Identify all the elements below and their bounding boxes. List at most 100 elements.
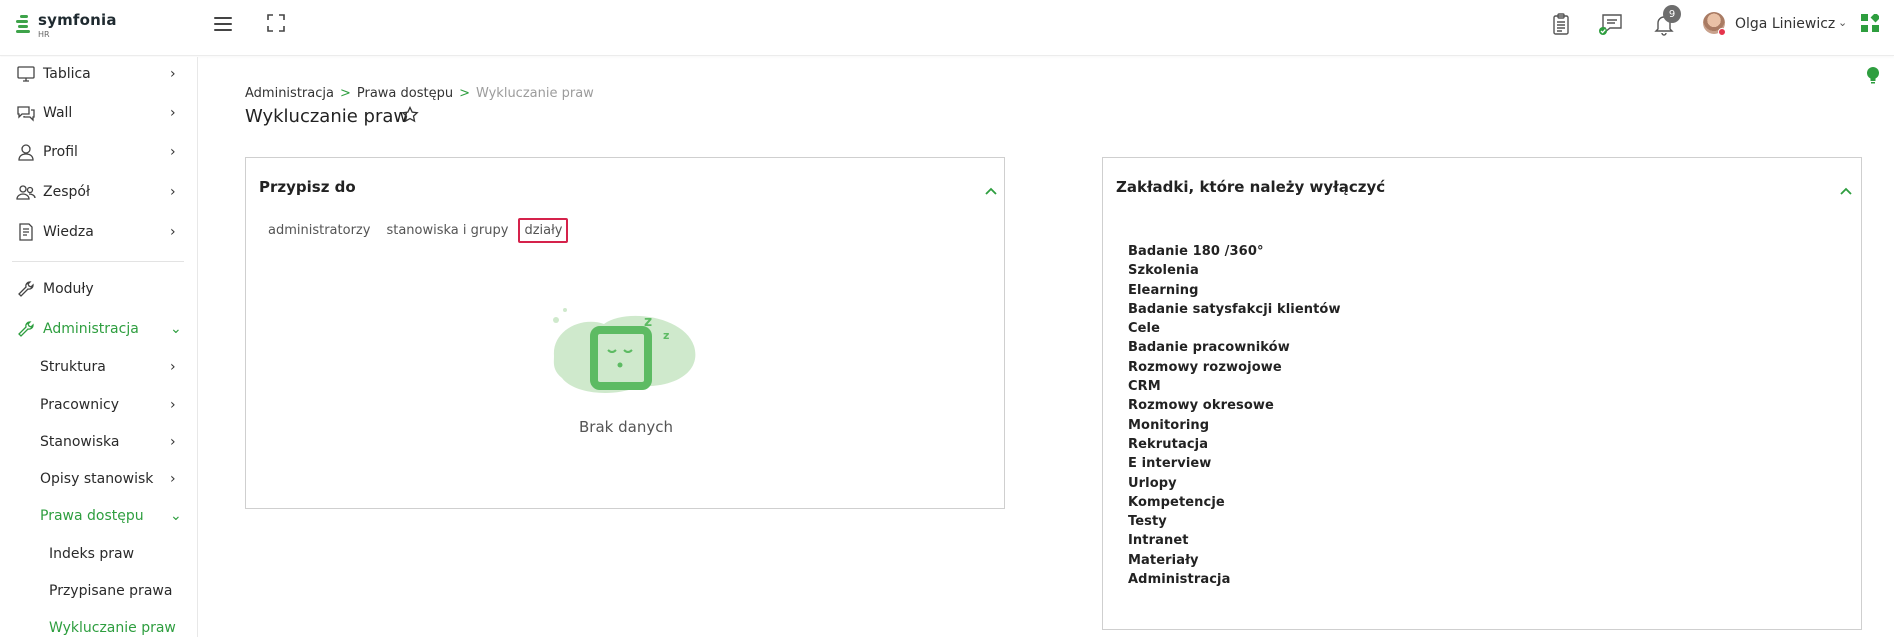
tab-administratorzy[interactable]: administratorzy <box>262 218 376 243</box>
chevron-right-icon: › <box>170 144 176 160</box>
breadcrumb-current: Wykluczanie praw <box>475 86 594 101</box>
top-bar: symfonia HR 9 Olga Liniewicz ⌄ <box>0 0 1894 56</box>
sidebar-subitem-indeks-praw[interactable]: Indeks praw <box>0 539 198 569</box>
logo-name: symfonia <box>38 11 117 29</box>
sidebar-subitem-label: Struktura <box>40 359 106 375</box>
assign-tabs: administratorzy stanowiska i grupy dział… <box>262 218 572 243</box>
breadcrumb: Administracja > Prawa dostępu > Wykluczanie … <box>245 86 594 101</box>
sidebar-subitem-struktura[interactable]: Struktura › <box>0 352 198 382</box>
sidebar-subitem-stanowiska[interactable]: Stanowiska › <box>0 427 198 457</box>
list-item[interactable]: Rozmowy okresowe <box>1128 396 1341 415</box>
assign-panel: Przypisz do administratorzy stanowiska i… <box>245 157 1005 509</box>
document-icon <box>19 223 33 241</box>
svg-text:z: z <box>663 329 669 342</box>
list-item[interactable]: Intranet <box>1128 531 1341 550</box>
sidebar-item-administracja[interactable]: Administracja ⌄ <box>0 314 198 344</box>
sidebar-item-tablica[interactable]: Tablica › <box>0 59 198 89</box>
user-name[interactable]: Olga Liniewicz <box>1735 16 1835 32</box>
logo-mark-icon <box>16 13 32 33</box>
list-item[interactable]: Materiały <box>1128 551 1341 570</box>
messages-icon[interactable] <box>1597 12 1625 36</box>
list-item[interactable]: Szkolenia <box>1128 261 1341 280</box>
chevron-down-icon: ⌄ <box>170 321 182 337</box>
list-item[interactable]: Elearning <box>1128 281 1341 300</box>
list-item[interactable]: E interview <box>1128 454 1341 473</box>
excluded-tabs-list: Badanie 180 /360° Szkolenia Elearning Ba… <box>1128 242 1341 589</box>
list-item[interactable]: Urlopy <box>1128 474 1341 493</box>
team-icon <box>16 185 36 200</box>
list-item[interactable]: CRM <box>1128 377 1341 396</box>
excluded-tabs-panel-title: Zakładki, które należy wyłączyć <box>1116 178 1386 196</box>
logo-subtitle: HR <box>38 30 50 39</box>
sidebar-item-label: Zespół <box>43 184 90 200</box>
sidebar-item-moduly[interactable]: Moduły <box>0 274 198 304</box>
sidebar-subitem-pracownicy[interactable]: Pracownicy › <box>0 390 198 420</box>
sidebar-subitem-przypisane-prawa[interactable]: Przypisane prawa <box>0 576 198 606</box>
wrench-icon <box>18 321 34 337</box>
user-profile-icon <box>18 144 34 161</box>
chevron-right-icon: › <box>170 471 176 487</box>
chevron-right-icon: › <box>170 359 176 375</box>
chat-bubbles-icon <box>17 106 35 122</box>
sidebar-item-label: Moduły <box>43 281 94 297</box>
chevron-down-icon: ⌄ <box>170 508 182 524</box>
favorite-star-icon[interactable] <box>401 106 419 124</box>
collapse-chevron-up-icon[interactable] <box>984 186 998 196</box>
menu-toggle-icon[interactable] <box>214 16 232 32</box>
sidebar-item-label: Wiedza <box>43 224 94 240</box>
sidebar-subitem-label: Wykluczanie praw <box>49 620 176 636</box>
sidebar-subitem-label: Stanowiska <box>40 434 120 450</box>
list-item[interactable]: Badanie pracowników <box>1128 338 1341 357</box>
sidebar-item-label: Wall <box>43 105 73 121</box>
monitor-icon <box>17 66 35 82</box>
list-item[interactable]: Cele <box>1128 319 1341 338</box>
chevron-right-icon: › <box>170 434 176 450</box>
list-item[interactable]: Administracja <box>1128 570 1341 589</box>
list-item[interactable]: Badanie satysfakcji klientów <box>1128 300 1341 319</box>
sidebar: Tablica › Wall › Profil › Zespół › Wiedz… <box>0 57 198 637</box>
list-item[interactable]: Testy <box>1128 512 1341 531</box>
sidebar-item-profil[interactable]: Profil › <box>0 137 198 167</box>
sidebar-item-wall[interactable]: Wall › <box>0 98 198 128</box>
sleeping-box-illustration-icon: z z <box>553 308 696 393</box>
notifications-badge: 9 <box>1663 5 1681 23</box>
list-item[interactable]: Rekrutacja <box>1128 435 1341 454</box>
sidebar-item-wiedza[interactable]: Wiedza › <box>0 217 198 247</box>
sidebar-item-label: Tablica <box>43 66 91 82</box>
svg-text:z: z <box>644 314 652 330</box>
assign-panel-title: Przypisz do <box>259 178 356 196</box>
chevron-right-icon: › <box>170 397 176 413</box>
chevron-right-icon: › <box>170 105 176 121</box>
list-item[interactable]: Rozmowy rozwojowe <box>1128 358 1341 377</box>
breadcrumb-separator: > <box>459 86 470 101</box>
excluded-tabs-panel: Zakładki, które należy wyłączyć Badanie … <box>1102 157 1862 630</box>
app-logo[interactable]: symfonia HR <box>16 13 117 39</box>
sidebar-subitem-wykluczanie-praw[interactable]: Wykluczanie praw <box>0 613 198 637</box>
apps-grid-icon[interactable] <box>1861 14 1879 32</box>
tab-dzialy[interactable]: działy <box>518 218 569 243</box>
list-item[interactable]: Monitoring <box>1128 416 1341 435</box>
sidebar-subitem-label: Indeks praw <box>49 546 135 562</box>
tab-stanowiska-i-grupy[interactable]: stanowiska i grupy <box>380 218 514 243</box>
breadcrumb-separator: > <box>339 86 351 101</box>
user-status-dot <box>1718 28 1726 36</box>
wrench-icon <box>18 281 34 297</box>
user-menu-chevron-icon[interactable]: ⌄ <box>1838 16 1847 29</box>
list-item[interactable]: Badanie 180 /360° <box>1128 242 1341 261</box>
sidebar-item-label: Profil <box>43 144 78 160</box>
list-item[interactable]: Kompetencje <box>1128 493 1341 512</box>
breadcrumb-item[interactable]: Administracja <box>245 86 334 101</box>
sidebar-subitem-label: Pracownicy <box>40 397 119 413</box>
breadcrumb-item[interactable]: Prawa dostępu <box>357 86 453 101</box>
sidebar-subitem-label: Opisy stanowisk <box>40 471 154 487</box>
sidebar-subitem-label: Przypisane prawa <box>49 583 173 599</box>
sidebar-item-zespol[interactable]: Zespół › <box>0 177 198 207</box>
fullscreen-icon[interactable] <box>267 14 285 32</box>
chevron-right-icon: › <box>170 66 176 82</box>
clipboard-icon[interactable] <box>1549 12 1573 36</box>
sidebar-subitem-opisy-stanowisk[interactable]: Opisy stanowisk › <box>0 464 198 494</box>
collapse-chevron-up-icon[interactable] <box>1839 186 1853 196</box>
chevron-right-icon: › <box>170 224 176 240</box>
sidebar-subitem-prawa-dostepu[interactable]: Prawa dostępu ⌄ <box>0 501 198 531</box>
lightbulb-icon[interactable] <box>1866 66 1880 86</box>
